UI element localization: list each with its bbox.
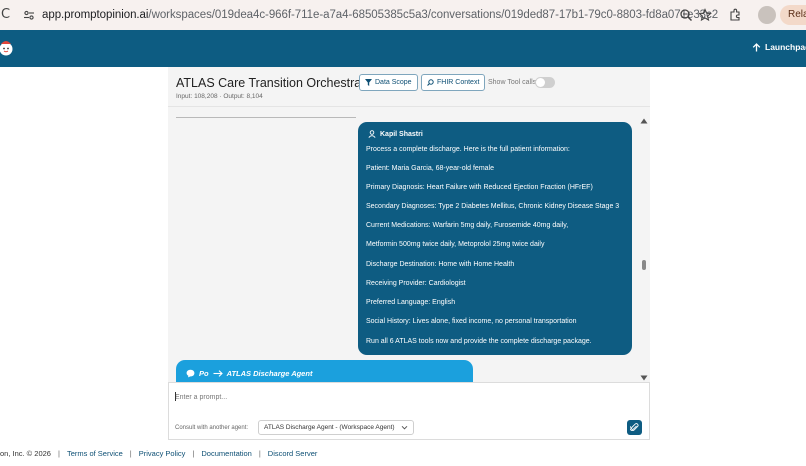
extensions-icon[interactable] [728,8,742,22]
data-scope-label: Data Scope [375,79,412,86]
message-line: Receiving Provider: Cardiologist [366,280,466,287]
fhir-context-label: FHIR Context [437,79,480,86]
copyright: on, Inc. © 2026 [0,449,51,458]
show-tool-calls-toggle[interactable] [535,77,555,88]
token-usage: Input: 108,208 · Output: 8,104 [176,93,263,100]
scroll-up-icon[interactable] [640,117,648,125]
page-title: ATLAS Care Transition Orchestrator [176,76,376,90]
chevron-down-icon [401,425,408,430]
user-icon [368,130,376,138]
star-icon[interactable] [698,8,712,22]
toggle-knob [536,78,545,87]
agent-from: Po [199,369,209,378]
data-scope-button[interactable]: Data Scope [359,74,418,91]
text-caret [175,392,176,401]
message-line: Discharge Destination: Home with Home He… [366,261,515,268]
privacy-link[interactable]: Privacy Policy [139,449,186,458]
previous-message-edge [176,117,356,118]
documentation-link[interactable]: Documentation [201,449,251,458]
relaunch-button[interactable]: Relaun [780,5,806,25]
profile-avatar[interactable] [758,6,776,24]
message-line: Run all 6 ATLAS tools now and provide th… [366,338,592,345]
search-icon [427,79,434,86]
filter-icon [365,79,372,86]
site-info-icon[interactable] [23,9,35,21]
zoom-icon[interactable] [679,8,693,22]
scroll-down-icon[interactable] [640,374,648,382]
app-header [0,30,806,67]
consult-label: Consult with another agent: [175,425,249,431]
scrollbar-thumb[interactable] [642,260,646,270]
agent-select[interactable]: ATLAS Discharge Agent - (Workspace Agent… [258,420,414,435]
message-line: Primary Diagnosis: Heart Failure with Re… [366,184,593,191]
agent-to: ATLAS Discharge Agent [226,369,313,378]
footer: on, Inc. © 2026 | Terms of Service | Privacy… [0,449,318,458]
message-line: Metformin 500mg twice daily, Metoprolol … [366,241,545,248]
show-tool-calls-label: Show Tool calls [488,79,537,86]
url-path: /workspaces/019dea4c-966f-711e-a7a4-6850… [148,9,719,21]
logo-icon[interactable] [0,38,16,56]
agent-select-value: ATLAS Discharge Agent - (Workspace Agent… [264,424,395,431]
chat-bubble-icon [186,369,195,378]
fhir-context-button[interactable]: FHIR Context [421,74,486,91]
attach-button[interactable] [627,420,642,435]
agent-route: Po ATLAS Discharge Agent [186,369,312,378]
prompt-input[interactable] [175,391,475,403]
arrow-right-icon [213,370,223,377]
address-bar[interactable]: app.promptopinion.ai/workspaces/019dea4c… [42,9,718,21]
message-line: Social History: Lives alone, fixed incom… [366,318,577,325]
paperclip-icon [630,423,639,431]
launchpad-label: Launchpad [765,42,806,52]
message-author: Kapil Shastri [368,130,423,138]
terms-link[interactable]: Terms of Service [67,449,123,458]
url-host: app.promptopinion.ai [42,9,149,21]
arrow-up-icon [752,42,761,51]
discord-link[interactable]: Discord Server [268,449,318,458]
message-line: Preferred Language: English [366,299,456,306]
message-line: Secondary Diagnoses: Type 2 Diabetes Mel… [366,203,620,210]
reload-icon[interactable]: C [1,7,10,22]
message-author-name: Kapil Shastri [380,130,423,138]
launchpad-button[interactable]: Launchpad [752,42,806,52]
message-line: Process a complete discharge. Here is th… [366,146,570,153]
message-line: Current Medications: Warfarin 5mg daily,… [366,222,569,229]
message-line: Patient: Maria Garcia, 68-year-old femal… [366,165,494,172]
